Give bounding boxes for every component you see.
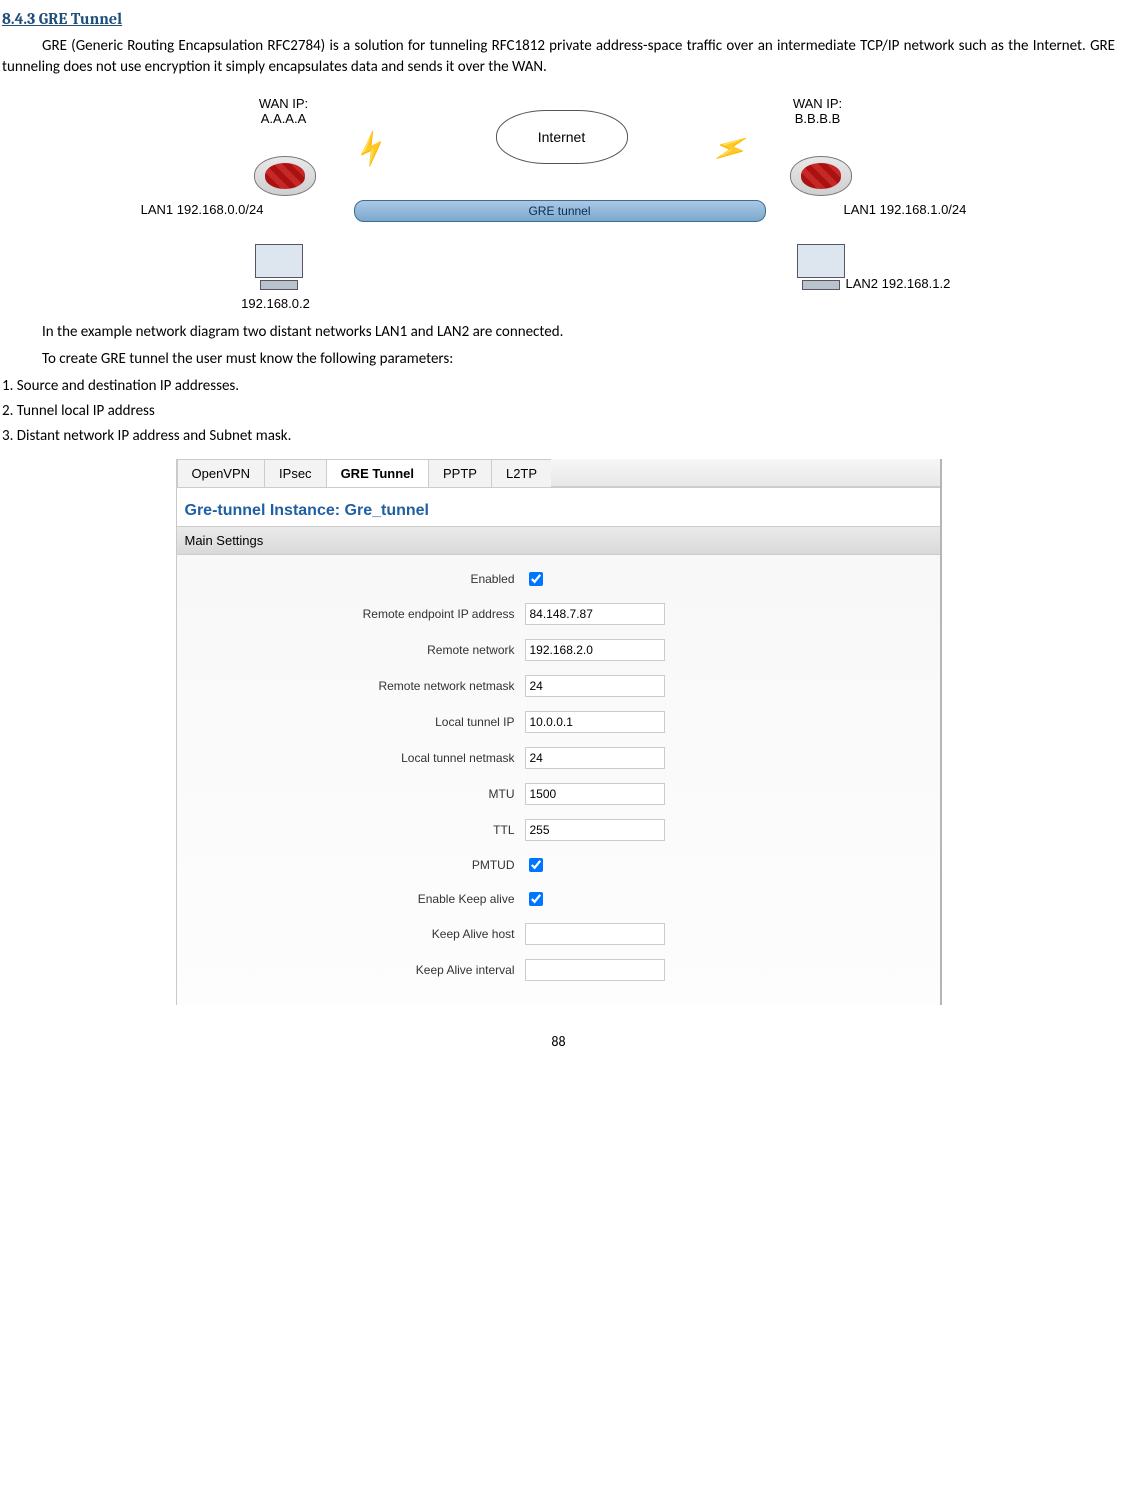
router-right-icon	[790, 156, 852, 196]
heading-title: GRE Tunnel	[39, 10, 122, 28]
wan-ip-left-label: WAN IP: A.A.A.A	[244, 96, 324, 126]
keep-alive-label: Enable Keep alive	[185, 892, 525, 906]
remote-ip-label: Remote endpoint IP address	[185, 607, 525, 621]
local-tunnel-ip-input[interactable]	[525, 711, 665, 733]
paragraph-intro: GRE (Generic Routing Encapsulation RFC27…	[2, 36, 1115, 78]
ttl-label: TTL	[185, 823, 525, 837]
tab-openvpn[interactable]: OpenVPN	[177, 459, 266, 487]
pmtud-checkbox[interactable]	[529, 858, 543, 872]
paragraph-params-intro: To create GRE tunnel the user must know …	[2, 349, 1115, 370]
lightning-icon: ⚡	[348, 126, 394, 171]
mtu-input[interactable]	[525, 783, 665, 805]
remote-netmask-input[interactable]	[525, 675, 665, 697]
remote-netmask-label: Remote network netmask	[185, 679, 525, 693]
local-tunnel-ip-label: Local tunnel IP	[185, 715, 525, 729]
heading-number: 8.4.3	[2, 10, 35, 28]
remote-ip-input[interactable]	[525, 603, 665, 625]
pc-right-icon	[794, 244, 848, 294]
router-left-icon	[254, 156, 316, 196]
lan1-left-label: LAN1 192.168.0.0/24	[114, 202, 264, 217]
section-heading: 8.4.3 GRE Tunnel	[2, 10, 1115, 28]
settings-form: Enabled Remote endpoint IP address Remot…	[177, 555, 940, 1005]
pc-left-label: 192.168.0.2	[216, 296, 336, 311]
ttl-input[interactable]	[525, 819, 665, 841]
keep-alive-host-input[interactable]	[525, 923, 665, 945]
config-panel: OpenVPN IPsec GRE Tunnel PPTP L2TP Gre-t…	[176, 459, 942, 1005]
tab-ipsec[interactable]: IPsec	[264, 459, 327, 487]
internet-cloud: Internet	[496, 110, 628, 164]
page-number: 88	[2, 1033, 1115, 1050]
paragraph-example: In the example network diagram two dista…	[2, 322, 1115, 343]
enabled-checkbox[interactable]	[529, 572, 543, 586]
local-tunnel-netmask-input[interactable]	[525, 747, 665, 769]
keep-alive-checkbox[interactable]	[529, 892, 543, 906]
instance-title: Gre-tunnel Instance: Gre_tunnel	[177, 488, 940, 526]
keep-alive-host-label: Keep Alive host	[185, 927, 525, 941]
gre-tunnel-bar: GRE tunnel	[354, 200, 766, 222]
enabled-label: Enabled	[185, 572, 525, 586]
list-item-3: 3. Distant network IP address and Subnet…	[2, 426, 1115, 447]
local-tunnel-netmask-label: Local tunnel netmask	[185, 751, 525, 765]
remote-network-label: Remote network	[185, 643, 525, 657]
remote-network-input[interactable]	[525, 639, 665, 661]
tab-pptp[interactable]: PPTP	[428, 459, 492, 487]
tab-gre-tunnel[interactable]: GRE Tunnel	[326, 459, 429, 487]
tab-l2tp[interactable]: L2TP	[491, 459, 552, 487]
list-item-2: 2. Tunnel local IP address	[2, 401, 1115, 422]
keep-alive-interval-input[interactable]	[525, 959, 665, 981]
lightning-icon: ⚡	[708, 126, 754, 171]
mtu-label: MTU	[185, 787, 525, 801]
section-main-settings: Main Settings	[177, 526, 940, 555]
wan-ip-right-label: WAN IP: B.B.B.B	[778, 96, 858, 126]
tab-bar: OpenVPN IPsec GRE Tunnel PPTP L2TP	[177, 459, 940, 488]
keep-alive-interval-label: Keep Alive interval	[185, 963, 525, 977]
pmtud-label: PMTUD	[185, 858, 525, 872]
gre-network-diagram: WAN IP: A.A.A.A WAN IP: B.B.B.B Internet…	[144, 96, 974, 306]
pc-left-icon	[252, 244, 306, 294]
pc-right-label: LAN2 192.168.1.2	[846, 276, 986, 291]
lan1-right-label: LAN1 192.168.1.0/24	[844, 202, 994, 217]
tab-filler	[551, 459, 939, 487]
list-item-1: 1. Source and destination IP addresses.	[2, 376, 1115, 397]
